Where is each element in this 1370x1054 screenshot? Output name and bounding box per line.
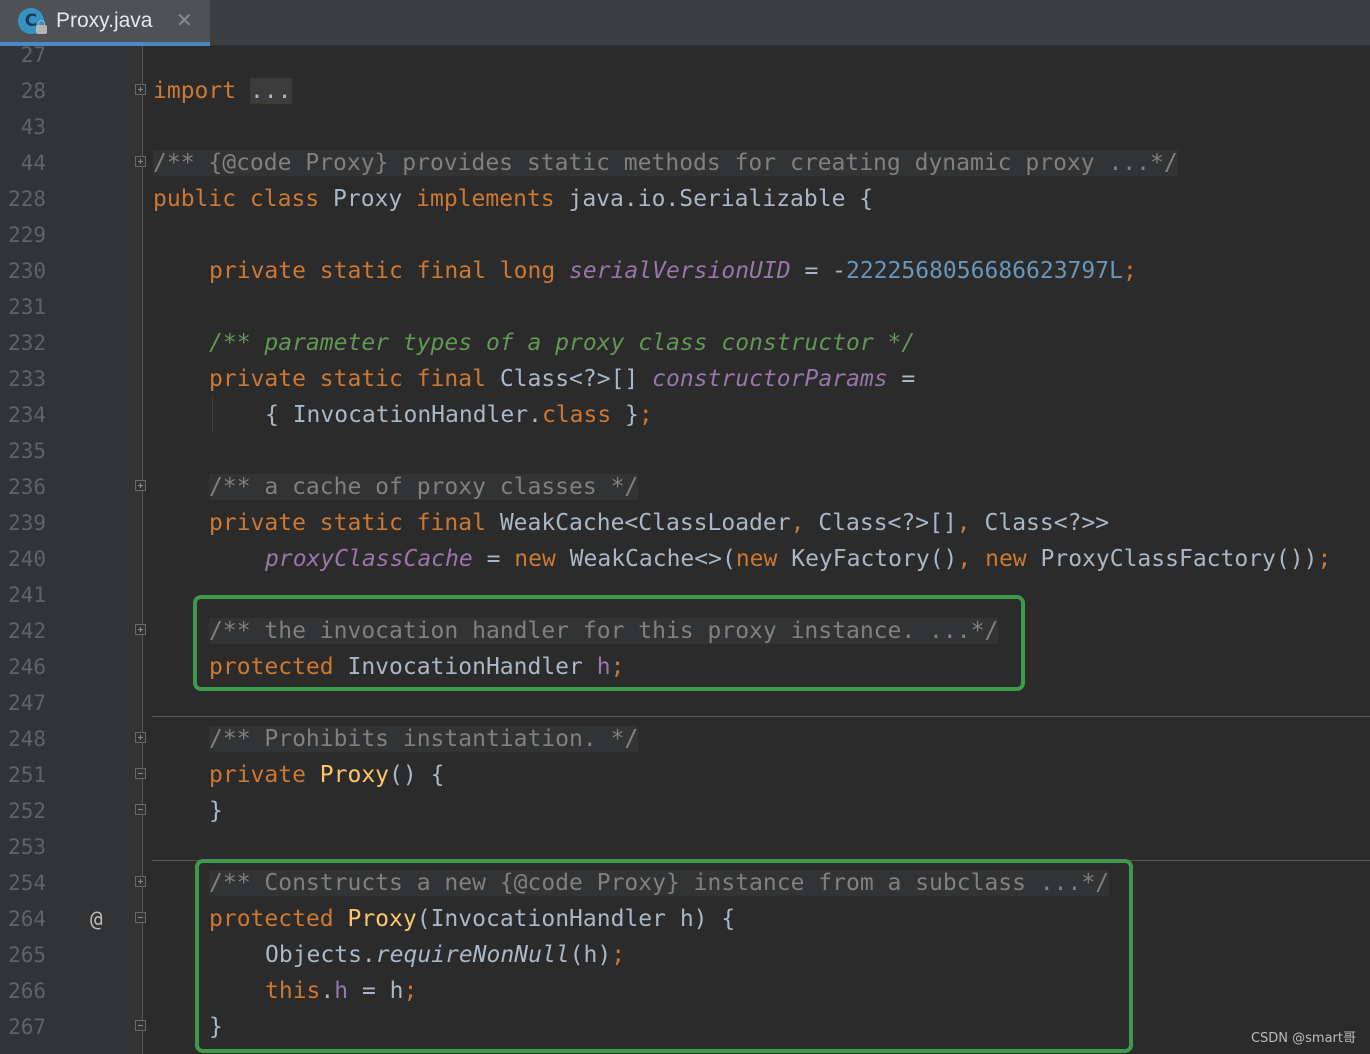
code-line: 251 private Proxy() { bbox=[0, 757, 1370, 793]
code-text: /** {@code Proxy} provides static method… bbox=[153, 145, 1178, 181]
folded-imports[interactable]: ... bbox=[249, 78, 292, 104]
line-number: 28 bbox=[20, 79, 46, 103]
line-number: 247 bbox=[8, 691, 46, 715]
line-number: 264 bbox=[8, 907, 46, 931]
line-number: 251 bbox=[8, 763, 46, 787]
code-text: private static final WeakCache<ClassLoad… bbox=[209, 510, 1110, 536]
fold-expand-icon[interactable] bbox=[135, 732, 146, 743]
code-line: 230 private static final long serialVers… bbox=[0, 253, 1370, 289]
code-line: 43 bbox=[0, 109, 1370, 145]
line-number: 233 bbox=[8, 367, 46, 391]
folded-doc-comment[interactable]: /** a cache of proxy classes */ bbox=[209, 474, 639, 500]
line-number: 252 bbox=[8, 799, 46, 823]
line-number: 228 bbox=[8, 187, 46, 211]
fold-collapse-icon[interactable] bbox=[135, 912, 146, 923]
code-line: 27 bbox=[0, 37, 1370, 73]
line-number: 231 bbox=[8, 295, 46, 319]
code-text: /** parameter types of a proxy class con… bbox=[209, 330, 916, 356]
code-text: } bbox=[209, 798, 223, 824]
line-number: 235 bbox=[8, 439, 46, 463]
code-line: 232 /** parameter types of a proxy class… bbox=[0, 325, 1370, 361]
code-line: 248 /** Prohibits instantiation. */ bbox=[0, 721, 1370, 757]
code-text: /** a cache of proxy classes */ bbox=[209, 469, 639, 505]
folded-doc-comment[interactable]: /** {@code Proxy} provides static method… bbox=[153, 150, 1178, 176]
code-line: 228 public class Proxy implements java.i… bbox=[0, 181, 1370, 217]
code-line: 234 { InvocationHandler.class }; bbox=[0, 397, 1370, 433]
line-number: 253 bbox=[8, 835, 46, 859]
highlight-box-handler-field bbox=[193, 595, 1025, 691]
tab-label: Proxy.java bbox=[56, 9, 153, 32]
code-text: proxyClassCache = new WeakCache<>(new Ke… bbox=[265, 546, 1332, 572]
fold-end-icon[interactable] bbox=[135, 1020, 146, 1031]
watermark: CSDN @smart哥 bbox=[1250, 1031, 1356, 1046]
line-number: 265 bbox=[8, 943, 46, 967]
method-separator bbox=[152, 716, 1370, 717]
line-number: 232 bbox=[8, 331, 46, 355]
fold-expand-icon[interactable] bbox=[135, 624, 146, 635]
line-number: 246 bbox=[8, 655, 46, 679]
close-icon[interactable]: ✕ bbox=[176, 7, 193, 33]
code-editor[interactable]: 27 28 import ... 43 44 /** {@code Proxy}… bbox=[0, 43, 1370, 1054]
lock-icon bbox=[36, 20, 47, 34]
line-number: 27 bbox=[20, 43, 46, 67]
code-text: import ... bbox=[153, 78, 292, 104]
line-number: 44 bbox=[20, 151, 46, 175]
code-line: 240 proxyClassCache = new WeakCache<>(ne… bbox=[0, 541, 1370, 577]
line-number: 230 bbox=[8, 259, 46, 283]
indent-guide bbox=[212, 397, 213, 433]
code-line: 233 private static final Class<?>[] cons… bbox=[0, 361, 1370, 397]
line-number: 242 bbox=[8, 619, 46, 643]
line-number: 236 bbox=[8, 475, 46, 499]
fold-expand-icon[interactable] bbox=[135, 156, 146, 167]
code-text: private static final Class<?>[] construc… bbox=[209, 366, 916, 392]
code-line: 28 import ... bbox=[0, 73, 1370, 109]
code-line: 239 private static final WeakCache<Class… bbox=[0, 505, 1370, 541]
fold-expand-icon[interactable] bbox=[135, 84, 146, 95]
line-number: 254 bbox=[8, 871, 46, 895]
code-text: /** Prohibits instantiation. */ bbox=[209, 721, 639, 757]
fold-end-icon[interactable] bbox=[135, 804, 146, 815]
code-line: 252 } bbox=[0, 793, 1370, 829]
code-line: 229 bbox=[0, 217, 1370, 253]
code-line: 236 /** a cache of proxy classes */ bbox=[0, 469, 1370, 505]
line-number: 241 bbox=[8, 583, 46, 607]
code-line: 44 /** {@code Proxy} provides static met… bbox=[0, 145, 1370, 181]
line-number: 240 bbox=[8, 547, 46, 571]
folded-doc-comment[interactable]: /** Prohibits instantiation. */ bbox=[209, 726, 639, 752]
code-text: private Proxy() { bbox=[209, 762, 445, 788]
line-number: 234 bbox=[8, 403, 46, 427]
override-marker-icon[interactable]: @ bbox=[90, 901, 103, 937]
line-number: 267 bbox=[8, 1015, 46, 1039]
fold-expand-icon[interactable] bbox=[135, 480, 146, 491]
code-text: { InvocationHandler.class }; bbox=[265, 402, 653, 428]
fold-expand-icon[interactable] bbox=[135, 876, 146, 887]
fold-collapse-icon[interactable] bbox=[135, 768, 146, 779]
code-text: public class Proxy implements java.io.Se… bbox=[153, 186, 874, 212]
line-number: 239 bbox=[8, 511, 46, 535]
line-number: 248 bbox=[8, 727, 46, 751]
line-number: 266 bbox=[8, 979, 46, 1003]
code-line: 235 bbox=[0, 433, 1370, 469]
line-number: 229 bbox=[8, 223, 46, 247]
code-line: 231 bbox=[0, 289, 1370, 325]
line-number: 43 bbox=[20, 115, 46, 139]
highlight-box-constructor bbox=[195, 859, 1133, 1053]
code-text: private static final long serialVersionU… bbox=[209, 258, 1137, 284]
